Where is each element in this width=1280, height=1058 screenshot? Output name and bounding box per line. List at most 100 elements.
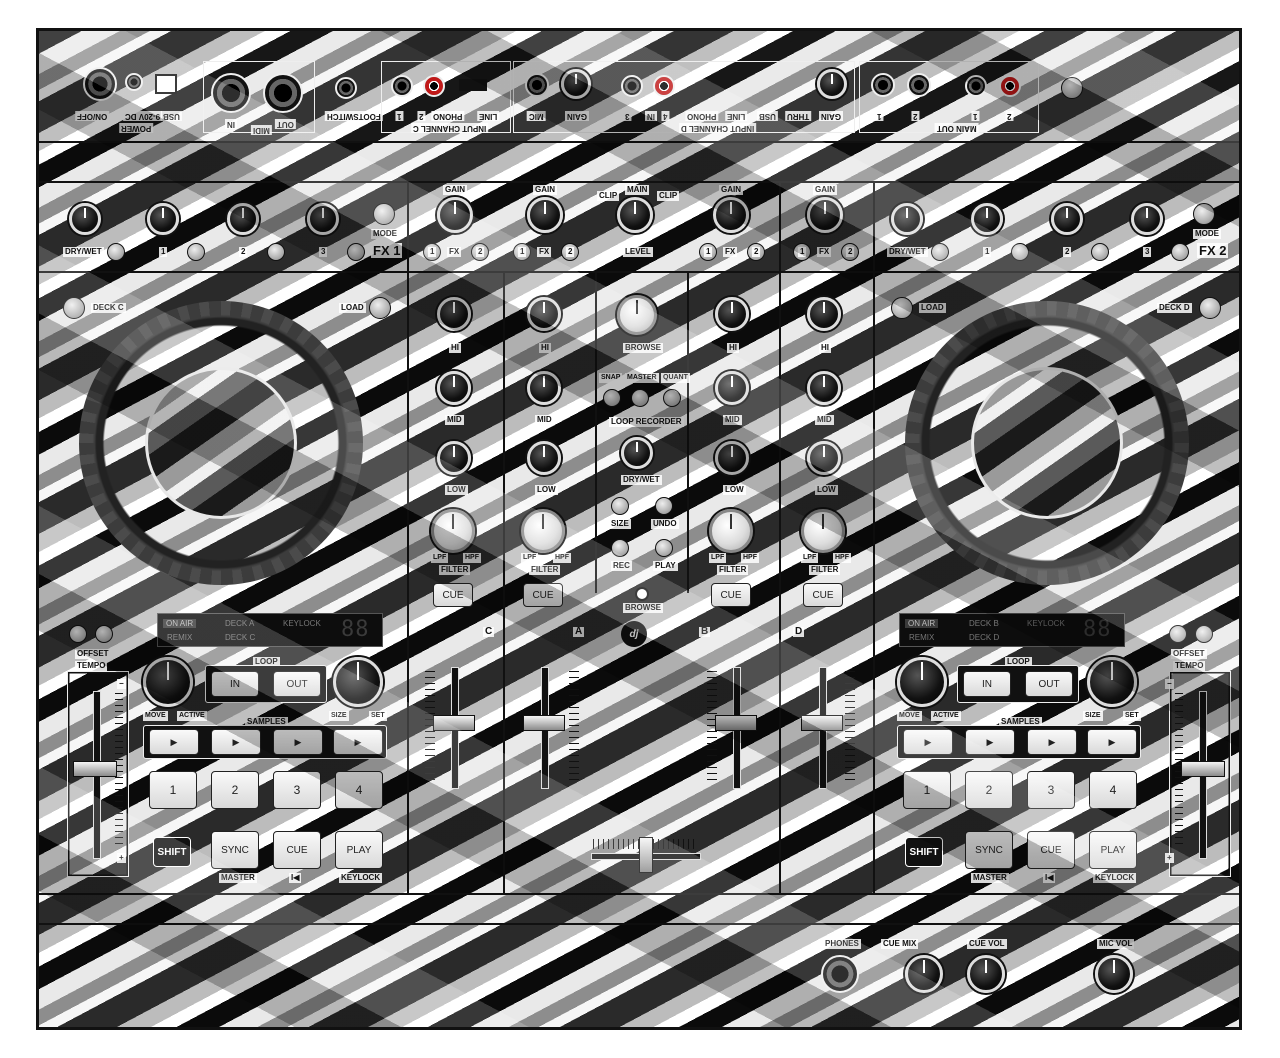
usb-port[interactable] <box>155 74 177 94</box>
loop-size-encoder-right[interactable] <box>1087 657 1137 707</box>
mic-gain-knob[interactable] <box>561 69 591 99</box>
fx1-button-3[interactable] <box>347 243 365 261</box>
filter-knob-c[interactable] <box>431 509 475 553</box>
fx2-knob-2[interactable] <box>1051 203 1083 235</box>
sync-button-right[interactable]: SYNC <box>965 831 1013 869</box>
rec-button[interactable] <box>611 539 629 557</box>
filter-knob-a[interactable] <box>521 509 565 553</box>
shift-button-left[interactable]: SHIFT <box>153 837 191 867</box>
hi-knob-d[interactable] <box>807 297 841 331</box>
main-out-xlr-r[interactable] <box>907 73 931 97</box>
loop-size-encoder-left[interactable] <box>333 657 383 707</box>
loop-in-button-right[interactable]: IN <box>963 671 1011 697</box>
quant-button[interactable] <box>663 389 681 407</box>
mic-vol-knob[interactable] <box>1095 955 1133 993</box>
sync-button-left[interactable]: SYNC <box>211 831 259 869</box>
jog-platter-left[interactable] <box>145 367 297 519</box>
fx2-button-1[interactable] <box>1011 243 1029 261</box>
sample-1-right[interactable]: ▶ <box>903 729 953 755</box>
thru-gain-knob[interactable] <box>817 69 847 99</box>
cue-button-d[interactable]: CUE <box>803 583 843 607</box>
gain-knob-b[interactable] <box>713 197 749 233</box>
hotcue-3-right[interactable]: 3 <box>1027 771 1075 809</box>
ch-fader-a[interactable] <box>523 715 565 731</box>
load-button-right[interactable] <box>891 297 913 319</box>
snap-button[interactable] <box>603 389 621 407</box>
input-c-line-l[interactable] <box>391 75 413 97</box>
sample-3-right[interactable]: ▶ <box>1027 729 1077 755</box>
midi-out-port[interactable] <box>263 73 303 113</box>
input-c-line-r[interactable] <box>423 75 445 97</box>
footswitch-jack[interactable] <box>335 77 357 99</box>
cue-button-right[interactable]: CUE <box>1027 831 1075 869</box>
cue-button-b[interactable]: CUE <box>711 583 751 607</box>
size-button[interactable] <box>611 497 629 515</box>
dc-in-jack[interactable] <box>125 73 143 91</box>
hotcue-4-left[interactable]: 4 <box>335 771 383 809</box>
loop-recorder-dry-wet-knob[interactable] <box>621 437 653 469</box>
tempo-fader-left[interactable] <box>73 761 117 777</box>
hotcue-2-left[interactable]: 2 <box>211 771 259 809</box>
sample-1-left[interactable]: ▶ <box>149 729 199 755</box>
low-knob-c[interactable] <box>437 441 471 475</box>
filter-knob-b[interactable] <box>709 509 753 553</box>
low-knob-b[interactable] <box>715 441 749 475</box>
headphone-cue-left[interactable] <box>69 625 87 643</box>
shift-button-right[interactable]: SHIFT <box>905 837 943 867</box>
fx1-button-dry-wet[interactable] <box>107 243 125 261</box>
loop-move-encoder-left[interactable] <box>143 657 193 707</box>
hotcue-1-right[interactable]: 1 <box>903 771 951 809</box>
master-button[interactable] <box>631 389 649 407</box>
cue-vol-knob[interactable] <box>967 955 1005 993</box>
cue-button-c[interactable]: CUE <box>433 583 473 607</box>
deck-d-button[interactable] <box>1199 297 1221 319</box>
loop-in-button-left[interactable]: IN <box>211 671 259 697</box>
deck-c-button[interactable] <box>63 297 85 319</box>
jog-platter-right[interactable] <box>971 367 1123 519</box>
hi-knob-a[interactable] <box>527 297 561 331</box>
play-button-recorder[interactable] <box>655 539 673 557</box>
fx2-mode-button[interactable] <box>1193 203 1215 225</box>
input-d-line-l[interactable] <box>621 75 643 97</box>
tempo-fader-right[interactable] <box>1181 761 1225 777</box>
fx1-knob-3[interactable] <box>307 203 339 235</box>
main-out-rca-r[interactable] <box>999 75 1021 97</box>
fx2-knob-3[interactable] <box>1131 203 1163 235</box>
fx2-knob-1[interactable] <box>971 203 1003 235</box>
fx1-button-2[interactable] <box>267 243 285 261</box>
play-button-left[interactable]: PLAY <box>335 831 383 869</box>
hotcue-4-right[interactable]: 4 <box>1089 771 1137 809</box>
main-level-knob[interactable] <box>617 197 653 233</box>
fx2-button-2[interactable] <box>1091 243 1109 261</box>
main-out-rca-l[interactable] <box>965 75 987 97</box>
hi-knob-b[interactable] <box>715 297 749 331</box>
mic-jack[interactable] <box>525 73 549 97</box>
low-knob-a[interactable] <box>527 441 561 475</box>
offset-button-left[interactable] <box>95 625 113 643</box>
play-button-right[interactable]: PLAY <box>1089 831 1137 869</box>
gain-knob-d[interactable] <box>807 197 843 233</box>
sample-4-left[interactable]: ▶ <box>333 729 383 755</box>
hotcue-2-right[interactable]: 2 <box>965 771 1013 809</box>
undo-button[interactable] <box>655 497 673 515</box>
load-button-left[interactable] <box>369 297 391 319</box>
cue-button-a[interactable]: CUE <box>523 583 563 607</box>
mid-knob-b[interactable] <box>715 371 749 405</box>
fx2-dry-wet-knob[interactable] <box>891 203 923 235</box>
midi-in-port[interactable] <box>211 73 251 113</box>
main-out-xlr-l[interactable] <box>871 73 895 97</box>
mid-knob-c[interactable] <box>437 371 471 405</box>
sample-3-left[interactable]: ▶ <box>273 729 323 755</box>
sample-2-left[interactable]: ▶ <box>211 729 261 755</box>
fx1-knob-2[interactable] <box>227 203 259 235</box>
power-switch[interactable] <box>83 67 117 101</box>
gain-knob-a[interactable] <box>527 197 563 233</box>
hotcue-3-left[interactable]: 3 <box>273 771 321 809</box>
fx1-dry-wet-knob[interactable] <box>69 203 101 235</box>
offset-button-right[interactable] <box>1195 625 1213 643</box>
mid-knob-a[interactable] <box>527 371 561 405</box>
sample-2-right[interactable]: ▶ <box>965 729 1015 755</box>
loop-move-encoder-right[interactable] <box>897 657 947 707</box>
browse-encoder[interactable] <box>617 295 657 335</box>
fx2-button-3[interactable] <box>1171 243 1189 261</box>
